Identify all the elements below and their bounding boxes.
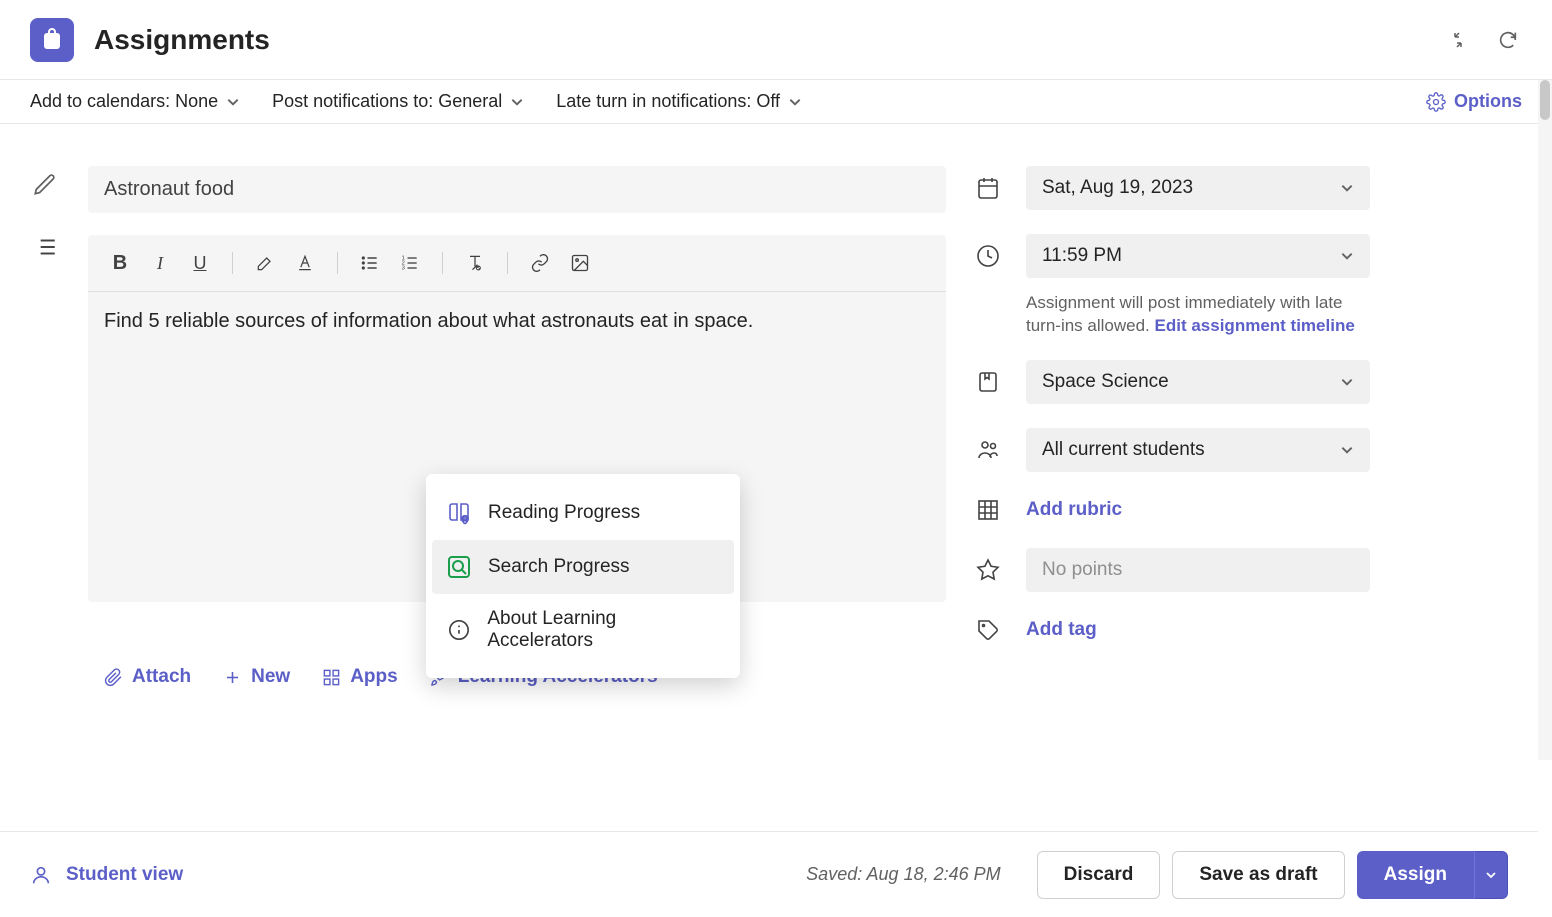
search-progress-icon — [446, 554, 472, 580]
calendar-icon — [974, 174, 1002, 202]
settings-toolbar: Add to calendars: None Post notification… — [0, 80, 1552, 124]
learning-accelerators-menu: Reading Progress Search Progress About L… — [426, 474, 740, 678]
reading-progress-label: Reading Progress — [488, 502, 640, 524]
edit-timeline-link[interactable]: Edit assignment timeline — [1155, 316, 1355, 335]
students-select[interactable]: All current students — [1026, 428, 1370, 472]
post-notifications-label: Post notifications to: General — [272, 91, 502, 112]
chevron-down-icon — [1340, 181, 1354, 195]
chevron-down-icon — [1340, 443, 1354, 457]
svg-text:3: 3 — [402, 266, 405, 272]
discard-button[interactable]: Discard — [1037, 851, 1161, 899]
numbered-list-button[interactable]: 123 — [394, 247, 426, 279]
paperclip-icon — [104, 668, 123, 687]
students-value: All current students — [1042, 439, 1205, 461]
reading-progress-icon — [446, 500, 472, 526]
assign-button[interactable]: Assign — [1357, 851, 1474, 899]
class-value: Space Science — [1042, 371, 1169, 393]
link-button[interactable] — [524, 247, 556, 279]
new-button[interactable]: New — [223, 666, 290, 688]
info-icon — [446, 617, 471, 643]
people-icon — [974, 436, 1002, 464]
attach-label: Attach — [132, 666, 191, 688]
bookmark-icon — [974, 368, 1002, 396]
clear-format-button[interactable] — [459, 247, 491, 279]
points-input[interactable]: No points — [1026, 548, 1370, 592]
student-view-button[interactable]: Student view — [30, 864, 183, 886]
save-draft-button[interactable]: Save as draft — [1172, 851, 1344, 899]
class-select[interactable]: Space Science — [1026, 360, 1370, 404]
pencil-icon — [32, 172, 58, 198]
grid-icon — [974, 496, 1002, 524]
add-calendars-label: Add to calendars: None — [30, 91, 218, 112]
editor-toolbar: B I U 123 — [88, 235, 946, 292]
about-accelerators-item[interactable]: About Learning Accelerators — [432, 594, 734, 666]
gear-icon — [1426, 92, 1446, 112]
due-time-value: 11:59 PM — [1042, 245, 1122, 267]
chevron-down-icon — [1485, 869, 1497, 881]
italic-button[interactable]: I — [144, 247, 176, 279]
footer: Student view Saved: Aug 18, 2:46 PM Disc… — [0, 831, 1538, 917]
star-icon — [974, 556, 1002, 584]
due-date-select[interactable]: Sat, Aug 19, 2023 — [1026, 166, 1370, 210]
student-view-label: Student view — [66, 864, 183, 886]
options-button[interactable]: Options — [1426, 91, 1522, 112]
search-progress-item[interactable]: Search Progress — [432, 540, 734, 594]
bold-button[interactable]: B — [104, 247, 136, 279]
image-button[interactable] — [564, 247, 596, 279]
assignment-title-input[interactable] — [88, 166, 946, 213]
scrollbar[interactable] — [1538, 80, 1552, 760]
clock-icon — [974, 242, 1002, 270]
app-icon-badge — [30, 18, 74, 62]
apps-label: Apps — [350, 666, 398, 688]
options-label: Options — [1454, 91, 1522, 112]
scrollbar-thumb[interactable] — [1540, 80, 1550, 120]
content: B I U 123 — [0, 124, 1552, 718]
collapse-icon[interactable] — [1444, 26, 1472, 54]
add-rubric-link[interactable]: Add rubric — [1026, 499, 1122, 521]
due-time-select[interactable]: 11:59 PM — [1026, 234, 1370, 278]
chevron-down-icon — [226, 95, 240, 109]
due-date-value: Sat, Aug 19, 2023 — [1042, 177, 1193, 199]
refresh-icon[interactable] — [1494, 26, 1522, 54]
chevron-down-icon — [788, 95, 802, 109]
backpack-icon — [40, 28, 64, 52]
person-icon — [30, 864, 52, 886]
plus-icon — [223, 668, 242, 687]
assign-dropdown-button[interactable] — [1474, 851, 1508, 899]
bullet-list-button[interactable] — [354, 247, 386, 279]
underline-button[interactable]: U — [184, 247, 216, 279]
attach-button[interactable]: Attach — [104, 666, 191, 688]
apps-icon — [322, 668, 341, 687]
text-color-button[interactable] — [289, 247, 321, 279]
apps-button[interactable]: Apps — [322, 666, 398, 688]
side-column: Sat, Aug 19, 2023 11:59 PM Assignment wi… — [974, 166, 1370, 688]
saved-timestamp: Saved: Aug 18, 2:46 PM — [806, 864, 1000, 885]
search-progress-label: Search Progress — [488, 556, 630, 578]
timeline-note: Assignment will post immediately with la… — [974, 292, 1370, 338]
chevron-down-icon — [510, 95, 524, 109]
chevron-down-icon — [1340, 249, 1354, 263]
left-icon-rail — [30, 166, 60, 688]
late-turnin-label: Late turn in notifications: Off — [556, 91, 780, 112]
app-title: Assignments — [94, 24, 270, 56]
tag-icon — [974, 616, 1002, 644]
late-turnin-select[interactable]: Late turn in notifications: Off — [556, 91, 802, 112]
list-icon — [32, 234, 58, 260]
add-calendars-select[interactable]: Add to calendars: None — [30, 91, 240, 112]
add-tag-link[interactable]: Add tag — [1026, 619, 1097, 641]
about-accelerators-label: About Learning Accelerators — [487, 608, 720, 652]
new-label: New — [251, 666, 290, 688]
post-notifications-select[interactable]: Post notifications to: General — [272, 91, 524, 112]
app-header: Assignments — [0, 0, 1552, 80]
chevron-down-icon — [1340, 375, 1354, 389]
highlight-button[interactable] — [249, 247, 281, 279]
reading-progress-item[interactable]: Reading Progress — [432, 486, 734, 540]
